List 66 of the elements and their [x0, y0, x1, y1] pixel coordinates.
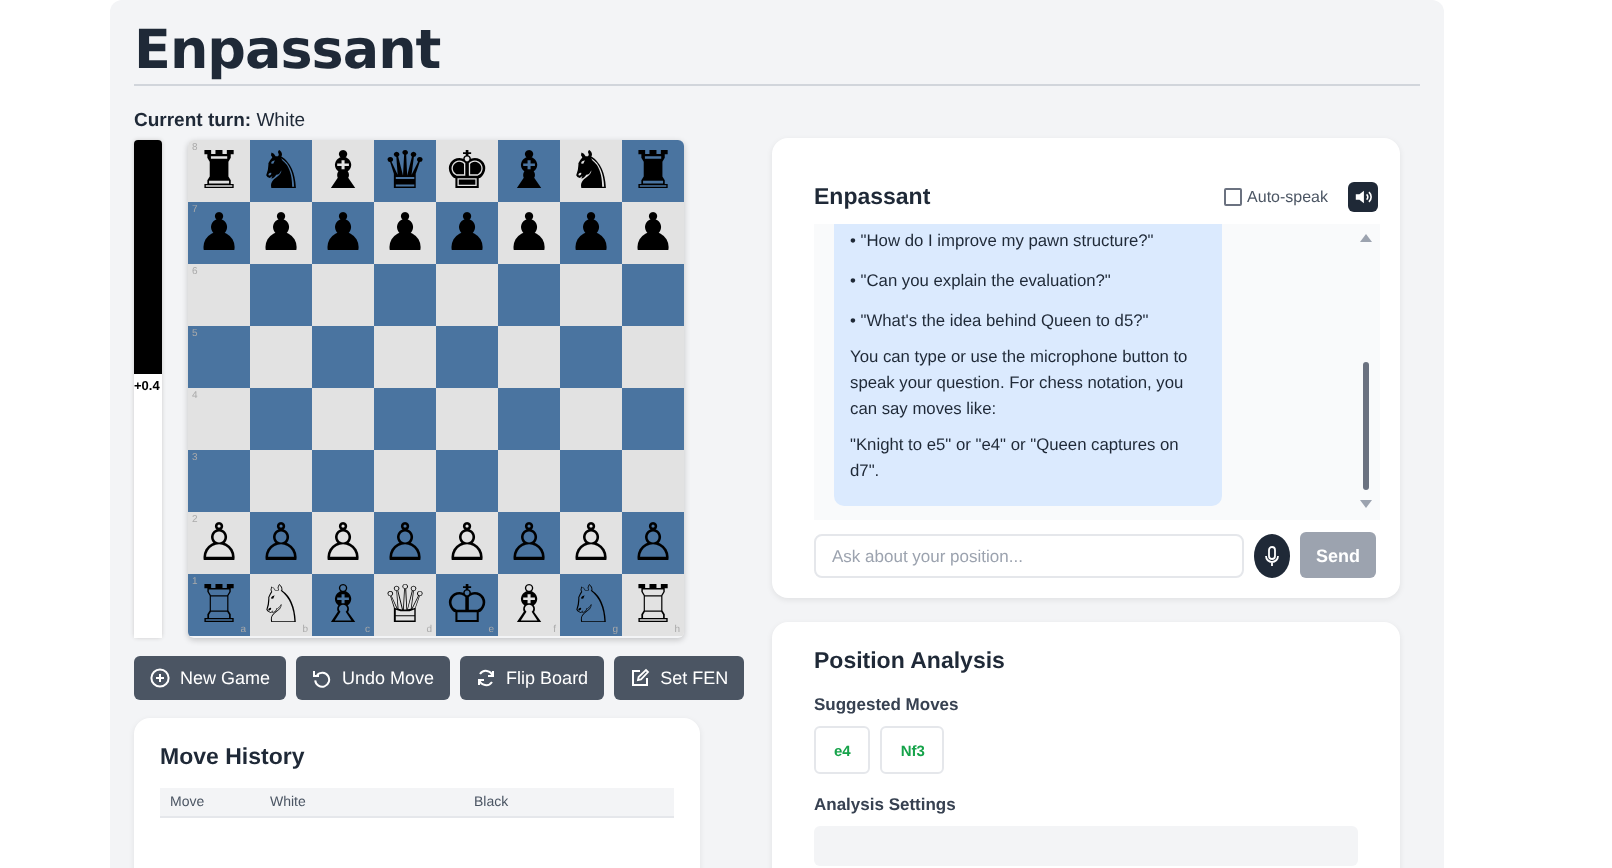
current-turn: Current turn: White: [134, 110, 308, 132]
speaker-icon: [1354, 188, 1372, 206]
board-square[interactable]: [312, 450, 374, 512]
board-square[interactable]: [560, 326, 622, 388]
board-square[interactable]: [436, 326, 498, 388]
board-square[interactable]: [560, 388, 622, 450]
board-square[interactable]: [498, 450, 560, 512]
board-square[interactable]: [622, 388, 684, 450]
board-square[interactable]: [622, 326, 684, 388]
board-square[interactable]: [622, 264, 684, 326]
speaker-button[interactable]: [1348, 182, 1378, 212]
chess-piece[interactable]: ♘: [257, 577, 305, 633]
board-square[interactable]: [436, 264, 498, 326]
board-square[interactable]: [374, 326, 436, 388]
board-square[interactable]: [560, 264, 622, 326]
checkbox-label: Auto-speak: [1247, 188, 1328, 206]
board-square[interactable]: [374, 388, 436, 450]
edit-icon: [630, 668, 651, 688]
chess-piece[interactable]: ♜: [195, 143, 243, 199]
message-text: You can type or use the microphone button to speak your question. For chess notation, you can say moves like:: [850, 344, 1190, 422]
undo-icon: [312, 668, 333, 688]
board-square[interactable]: [250, 450, 312, 512]
board-square[interactable]: [436, 450, 498, 512]
chess-piece[interactable]: ♟: [195, 205, 243, 261]
microphone-icon: [1264, 545, 1280, 565]
board-square[interactable]: [374, 264, 436, 326]
chess-piece[interactable]: ♗: [319, 577, 367, 633]
board-square[interactable]: [498, 388, 560, 450]
board-square[interactable]: [312, 326, 374, 388]
board-square[interactable]: [622, 450, 684, 512]
app-title: Enpassant: [134, 20, 443, 82]
section-title: Analysis Settings: [814, 794, 958, 814]
board-square[interactable]: [436, 388, 498, 450]
board-square[interactable]: [374, 450, 436, 512]
board-square[interactable]: [498, 264, 560, 326]
chess-piece[interactable]: ♕: [381, 577, 429, 633]
board-square[interactable]: [560, 450, 622, 512]
control-button[interactable]: Undo Move: [296, 656, 451, 700]
board-square[interactable]: [250, 326, 312, 388]
board-square[interactable]: [312, 264, 374, 326]
microphone-button[interactable]: [1254, 533, 1290, 577]
chat-input-field[interactable]: Ask about your position...: [814, 533, 1244, 577]
control-button[interactable]: New Game: [134, 656, 287, 700]
chess-piece[interactable]: ♔: [443, 577, 491, 633]
card-title: Position Analysis: [814, 650, 1007, 674]
message-text: "Knight to e5" or "e4" or "Queen captures on d7".: [850, 432, 1181, 484]
chess-piece[interactable]: ♖: [195, 577, 243, 633]
message-text: • "How do I improve my pawn structure?": [850, 228, 1156, 254]
control-button[interactable]: Flip Board: [460, 656, 605, 700]
plus-circle-icon: [150, 668, 170, 688]
chess-piece[interactable]: ♗: [505, 577, 553, 633]
checkbox[interactable]: [1223, 188, 1242, 206]
chess-piece[interactable]: ♘: [567, 577, 615, 633]
chess-piece[interactable]: ♙: [195, 515, 243, 571]
message-text: • "What's the idea behind Queen to d5?": [850, 308, 1151, 334]
board-square[interactable]: [312, 388, 374, 450]
chess-piece[interactable]: ♖: [629, 577, 677, 633]
card-title: Enpassant: [814, 185, 933, 209]
board-square[interactable]: [498, 326, 560, 388]
message-text: • "Can you explain the evaluation?": [850, 268, 1113, 294]
control-button[interactable]: Set FEN: [614, 656, 745, 700]
section-title: Suggested Moves: [814, 694, 961, 714]
card-title: Move History: [160, 746, 307, 770]
refresh-icon: [476, 668, 497, 688]
board-square[interactable]: [250, 264, 312, 326]
board-square[interactable]: [250, 388, 312, 450]
